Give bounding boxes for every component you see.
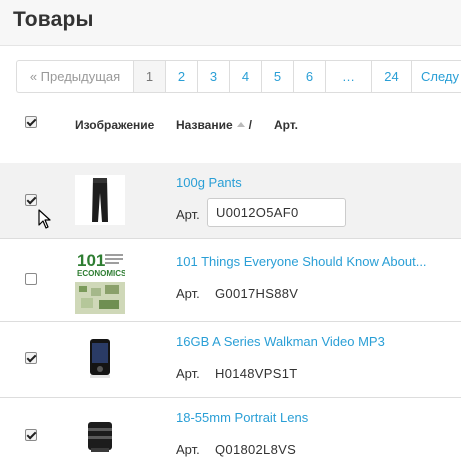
product-thumbnail: 101 ECONOMICS (75, 250, 125, 314)
sku-label: Арт. (176, 442, 200, 457)
table-row (0, 398, 461, 468)
sku-value: H0148VPS1T (215, 366, 298, 381)
pagination: « Предыдущая 1 2 3 4 5 6 … 24 Следу (16, 60, 461, 93)
product-name-link[interactable]: 101 Things Everyone Should Know About... (176, 254, 427, 269)
sku-label: Арт. (176, 207, 200, 222)
product-name-link[interactable]: 100g Pants (176, 175, 242, 190)
row-checkbox[interactable] (25, 429, 37, 441)
page-header: Товары (0, 0, 461, 46)
page-4-button[interactable]: 4 (230, 61, 262, 92)
sort-asc-icon[interactable] (236, 122, 245, 128)
book-cover-title: ECONOMICS (77, 269, 125, 278)
product-name-link[interactable]: 18-55mm Portrait Lens (176, 410, 308, 425)
page-3-button[interactable]: 3 (198, 61, 230, 92)
page-ellipsis-button[interactable]: … (326, 61, 372, 92)
page-title: Товары (13, 8, 94, 31)
select-all-checkbox[interactable] (25, 116, 37, 128)
header-separator: / (248, 118, 252, 132)
row-checkbox[interactable] (25, 194, 37, 206)
sku-label: Арт. (176, 286, 200, 301)
row-checkbox[interactable] (25, 352, 37, 364)
header-name[interactable]: Название (176, 118, 233, 132)
page-6-button[interactable]: 6 (294, 61, 326, 92)
table-row (0, 239, 461, 322)
page-5-button[interactable]: 5 (262, 61, 294, 92)
page-2-button[interactable]: 2 (166, 61, 198, 92)
product-thumbnail (75, 412, 125, 458)
page: Товары « Предыдущая 1 2 3 4 5 6 … 24 Сле… (0, 0, 461, 468)
header-name-group[interactable]: Название / (176, 118, 252, 132)
sku-value: Q01802L8VS (215, 442, 297, 457)
row-checkbox[interactable] (25, 273, 37, 285)
sku-value: G0017HS88V (215, 286, 299, 301)
header-sku[interactable]: Арт. (274, 118, 298, 132)
product-thumbnail (75, 335, 125, 383)
page-24-button[interactable]: 24 (372, 61, 412, 92)
sku-input[interactable] (207, 198, 346, 227)
header-image: Изображение (75, 118, 155, 132)
sku-label: Арт. (176, 366, 200, 381)
product-name-link[interactable]: 16GB A Series Walkman Video MP3 (176, 334, 385, 349)
book-cover-number: 101 (77, 251, 105, 270)
next-page-button[interactable]: Следу (412, 61, 461, 92)
mouse-pointer-icon (38, 209, 51, 229)
page-1-button[interactable]: 1 (134, 61, 166, 92)
prev-page-button[interactable]: « Предыдущая (17, 61, 134, 92)
product-thumbnail (75, 175, 125, 225)
